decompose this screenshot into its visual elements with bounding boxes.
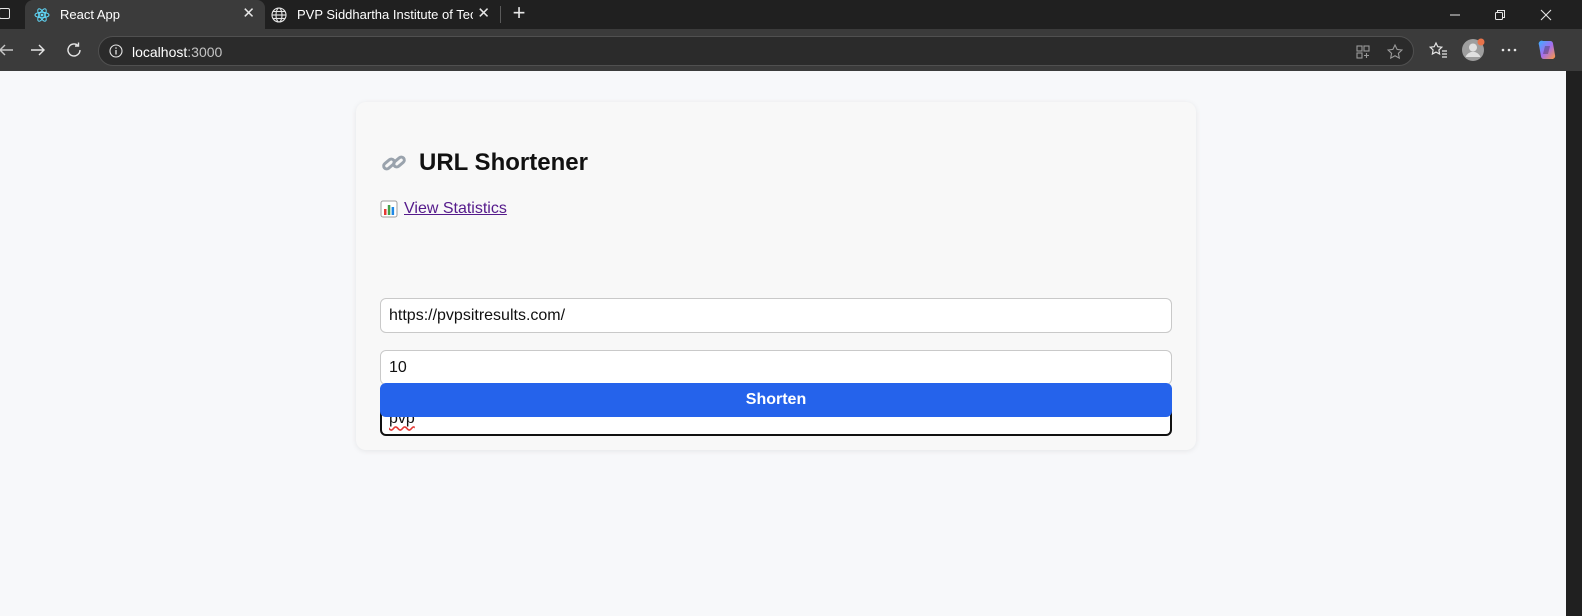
tab-separator (500, 6, 501, 23)
favorites-icon[interactable] (1426, 38, 1450, 62)
more-options-icon[interactable] (1497, 38, 1521, 62)
bar-chart-icon (380, 200, 398, 218)
shorten-button[interactable]: Shorten (380, 383, 1172, 417)
favorite-star-icon[interactable] (1383, 40, 1407, 64)
site-info-icon[interactable] (109, 44, 123, 58)
long-url-value: https://pvpsitresults.com/ (389, 306, 566, 324)
address-bar[interactable]: localhost:3000 (98, 36, 1414, 66)
restore-icon[interactable] (1477, 0, 1523, 29)
tab-pvp-siddhartha[interactable]: PVP Siddhartha Institute of Techn ✕ (262, 0, 500, 29)
tab-title: PVP Siddhartha Institute of Techn (297, 7, 473, 22)
back-icon[interactable] (0, 38, 18, 62)
shortener-card: URL Shortener View Statistics https://pv… (356, 102, 1196, 450)
validity-value: 10 (389, 358, 407, 376)
minimize-icon[interactable] (1432, 0, 1478, 29)
app-available-icon[interactable] (1351, 40, 1375, 64)
profile-avatar-icon[interactable] (1461, 38, 1485, 62)
validity-minutes-input[interactable]: 10 (380, 350, 1172, 385)
url-text: localhost:3000 (132, 44, 223, 60)
copilot-icon[interactable] (1535, 38, 1559, 62)
new-tab-icon[interactable]: + (508, 2, 530, 25)
reload-icon[interactable] (62, 38, 86, 62)
stats-link-text: View Statistics (404, 200, 507, 217)
long-url-input[interactable]: https://pvpsitresults.com/ (380, 298, 1172, 333)
tab-actions-icon[interactable] (0, 8, 10, 19)
link-icon (382, 155, 406, 171)
browser-toolbar: localhost:3000 (0, 29, 1582, 71)
view-statistics-link[interactable]: View Statistics (380, 200, 507, 218)
page-viewport: URL Shortener View Statistics https://pv… (0, 71, 1566, 616)
globe-icon (271, 6, 287, 23)
close-tab-icon[interactable]: ✕ (242, 6, 255, 22)
title-text: URL Shortener (419, 149, 588, 176)
react-icon (34, 7, 50, 23)
forward-icon[interactable] (26, 38, 50, 62)
close-window-icon[interactable] (1523, 0, 1569, 29)
tab-title: React App (60, 7, 120, 22)
shorten-button-label: Shorten (745, 391, 807, 408)
close-tab-icon[interactable]: ✕ (477, 6, 490, 22)
window-edge (1566, 71, 1582, 616)
browser-tab-strip: React App ✕ PVP Siddhartha Institute of … (0, 0, 1582, 29)
page-title: URL Shortener (381, 149, 588, 177)
tab-react-app[interactable]: React App ✕ (25, 0, 265, 29)
